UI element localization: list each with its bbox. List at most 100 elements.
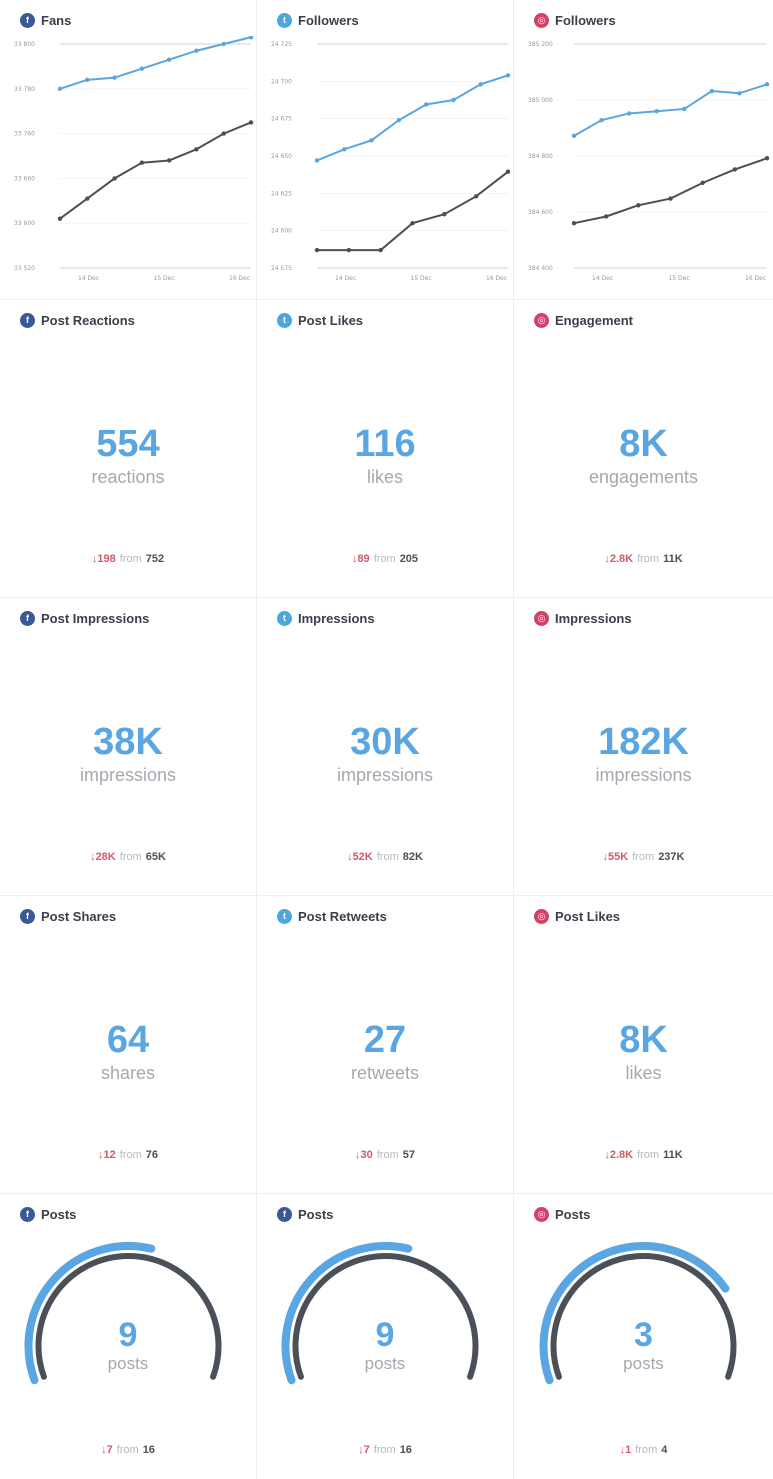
data-point — [764, 156, 770, 161]
metric-card-post-impressions[interactable]: f Post Impressions 38K impressions ↓28K fro… — [0, 598, 257, 896]
data-point — [709, 88, 715, 94]
delta-value: ↓2.8K — [604, 1149, 634, 1161]
delta-value: ↓52K — [347, 851, 373, 863]
twitter-icon: t — [277, 610, 292, 626]
twitter-icon: t — [277, 908, 292, 924]
gauge-unit: posts — [364, 1354, 406, 1373]
card-title-text: Posts — [555, 1206, 591, 1222]
metric-card-engagement[interactable]: ◎ Engagement 8K engagements ↓2.8K from 11K — [514, 300, 773, 598]
gauge-value: 9 — [118, 1316, 138, 1354]
dashboard-grid: f Fans 33 800 33 780 33 760 33 660 33 600 33 5… — [0, 0, 773, 1479]
delta-value: ↓7 — [358, 1444, 370, 1456]
data-point — [248, 36, 254, 40]
from-label: from — [632, 851, 655, 863]
metric-card-ig-impressions[interactable]: ◎ Impressions 182K impressions ↓55K from 237… — [514, 598, 773, 896]
data-point — [668, 196, 673, 201]
previous-value: 205 — [399, 553, 419, 565]
facebook-icon: f — [20, 908, 35, 924]
x-tick-label: 15 Dec — [669, 275, 690, 282]
data-point — [626, 111, 632, 116]
metric-unit: impressions — [595, 765, 692, 785]
gauge-value: 9 — [375, 1316, 395, 1354]
metric-block: 27 retweets — [257, 1021, 513, 1084]
y-tick-label: 33 600 — [14, 220, 35, 227]
line-chart: 24 725 24 700 24 675 24 650 24 625 24 600 24 5… — [271, 41, 511, 282]
metric-value: 30K — [350, 721, 420, 763]
previous-value: 11K — [663, 1149, 683, 1161]
metric-value: 116 — [354, 423, 416, 465]
facebook-icon: f — [20, 610, 35, 626]
card-title: f Posts — [277, 1205, 333, 1223]
data-point — [166, 158, 172, 163]
data-point — [599, 117, 604, 123]
metric-card-post-likes[interactable]: t Post Likes 116 likes ↓89 from 205 — [257, 300, 514, 598]
metric-card-post-retweets[interactable]: t Post Retweets 27 retweets ↓30 from 57 — [257, 896, 514, 1194]
data-point — [700, 180, 705, 186]
card-title-text: Post Impressions — [41, 610, 150, 626]
data-point — [505, 73, 511, 78]
instagram-icon: ◎ — [534, 1206, 549, 1222]
previous-value: 11K — [663, 553, 683, 565]
card-title-text: Post Likes — [298, 312, 364, 328]
data-point — [57, 216, 63, 221]
data-point — [654, 109, 659, 114]
y-tick-label: 384 600 — [528, 209, 553, 216]
metric-change: ↓198 from 752 — [0, 553, 256, 565]
metric-unit: likes — [366, 467, 403, 487]
metric-change: ↓55K from 237K — [514, 851, 773, 863]
x-tick-label: 16 Dec — [486, 275, 507, 282]
data-point — [442, 212, 447, 217]
data-point — [112, 176, 117, 181]
metric-block: 38K impressions — [0, 723, 256, 786]
instagram-icon: ◎ — [534, 312, 549, 328]
card-title: f Post Shares — [20, 907, 116, 925]
metric-block: 8K engagements — [514, 425, 773, 488]
x-tick-label: 14 Dec — [335, 275, 356, 282]
data-point — [378, 247, 383, 253]
card-title-text: Posts — [298, 1206, 334, 1222]
chart-card-ig-followers[interactable]: ◎ Followers 385 200 385 000 384 800 384 600 3… — [514, 0, 773, 300]
line-chart: 385 200 385 000 384 800 384 600 384 400 14 De… — [528, 41, 770, 282]
data-point — [85, 196, 90, 201]
twitter-icon: t — [277, 312, 292, 328]
delta-value: ↓89 — [351, 553, 370, 565]
from-label: from — [119, 1149, 142, 1161]
chart-card-fb-fans[interactable]: f Fans 33 800 33 780 33 760 33 660 33 600 33 5… — [0, 0, 257, 300]
metric-block: 182K impressions — [514, 723, 773, 786]
gauge-card-posts-2[interactable]: f Posts 9 posts ↓7 from 16 — [257, 1194, 514, 1479]
metric-card-post-shares[interactable]: f Post Shares 64 shares ↓12 from 76 — [0, 896, 257, 1194]
card-title-text: Impressions — [555, 610, 632, 626]
chart-card-tw-followers[interactable]: t Followers 24 725 24 700 24 675 24 650 24 62… — [257, 0, 514, 300]
gauge-card-fb-posts[interactable]: f Posts 9 posts ↓7 from 16 — [0, 1194, 257, 1479]
data-point — [194, 147, 199, 152]
card-title: f Posts — [20, 1205, 76, 1223]
data-point — [314, 247, 320, 253]
card-title-text: Post Likes — [555, 908, 621, 924]
data-point — [221, 41, 226, 47]
data-point — [194, 48, 199, 53]
data-point — [737, 91, 742, 96]
card-title: f Post Reactions — [20, 311, 135, 329]
facebook-icon: f — [20, 312, 35, 328]
x-tick-label: 16 Dec — [745, 275, 766, 282]
y-tick-label: 24 725 — [271, 41, 292, 48]
metric-value: 554 — [96, 423, 160, 465]
from-label: from — [637, 1149, 660, 1161]
y-tick-label: 24 675 — [271, 116, 292, 123]
line-chart: 33 800 33 780 33 760 33 660 33 600 33 520 14 D… — [14, 36, 254, 282]
metric-block: 554 reactions — [0, 425, 256, 488]
card-title-text: Post Reactions — [41, 312, 135, 328]
data-point — [85, 77, 90, 83]
metric-card-post-reactions[interactable]: f Post Reactions 554 reactions ↓198 from 752 — [0, 300, 257, 598]
metric-card-ig-post-likes[interactable]: ◎ Post Likes 8K likes ↓2.8K from 11K — [514, 896, 773, 1194]
metric-card-tw-impressions[interactable]: t Impressions 30K impressions ↓52K from 82K — [257, 598, 514, 896]
card-title: f Fans — [20, 11, 71, 29]
previous-value: 82K — [402, 851, 423, 863]
y-tick-label: 33 760 — [14, 131, 35, 138]
gauge-unit: posts — [623, 1354, 664, 1373]
y-tick-label: 384 800 — [528, 153, 553, 160]
metric-change: ↓52K from 82K — [257, 851, 513, 863]
gauge-card-ig-posts[interactable]: ◎ Posts 3 posts ↓1 from 4 — [514, 1194, 773, 1479]
metric-value: 38K — [93, 721, 163, 763]
previous-value: 752 — [145, 553, 165, 565]
